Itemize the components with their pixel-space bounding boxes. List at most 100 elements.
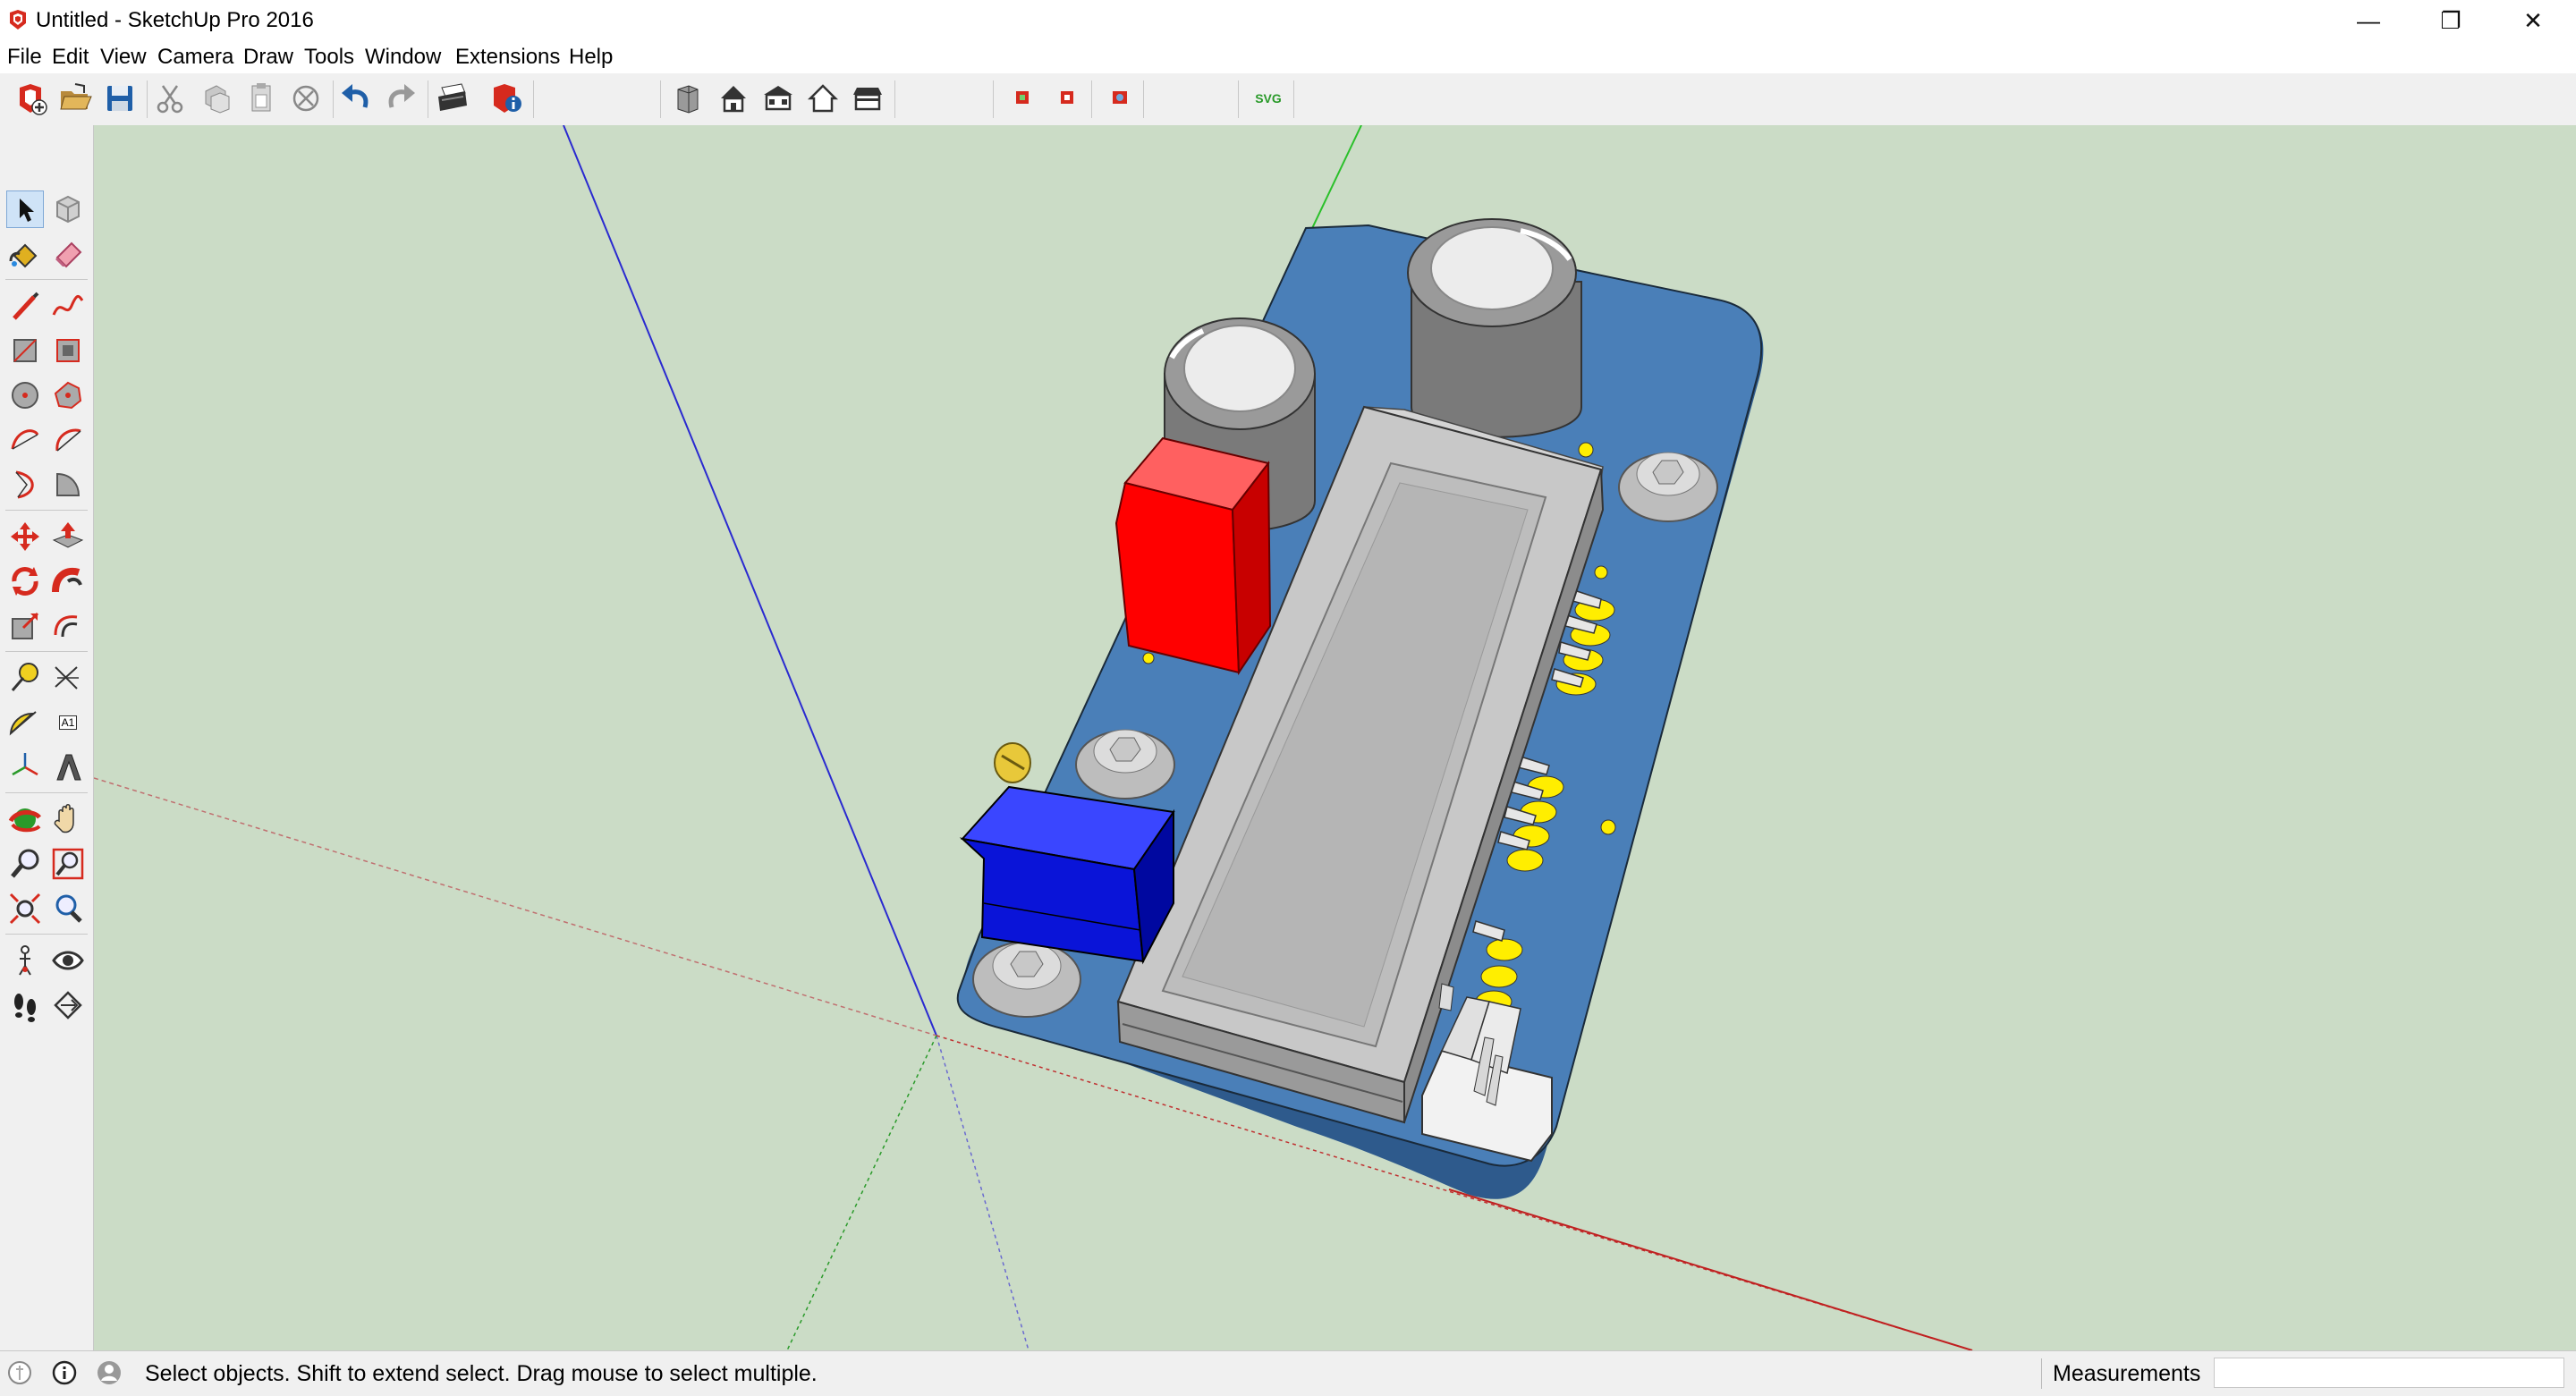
axes-icon[interactable] [7, 749, 43, 785]
iso-view-icon[interactable] [671, 80, 707, 116]
menu-view[interactable]: View [100, 45, 147, 70]
close-button[interactable]: ✕ [2492, 0, 2574, 41]
menu-extensions[interactable]: Extensions [455, 45, 560, 70]
status-bar: Select objects. Shift to extend select. … [0, 1350, 2576, 1396]
paint-bucket-icon[interactable] [7, 236, 43, 272]
position-camera-icon[interactable] [7, 943, 43, 978]
measurements-label: Measurements [2053, 1361, 2201, 1386]
front-view-icon[interactable] [760, 80, 796, 116]
menu-camera[interactable]: Camera [157, 45, 233, 70]
top-view-icon[interactable] [716, 80, 751, 116]
offset-icon[interactable] [50, 608, 86, 644]
cut-icon[interactable] [152, 80, 188, 116]
pan-icon[interactable] [50, 801, 86, 837]
measurements-input[interactable] [2214, 1358, 2564, 1388]
tape-measure-icon[interactable] [7, 660, 43, 696]
mounting-screw [1075, 729, 1175, 800]
model-info-icon[interactable] [488, 80, 524, 116]
new-file-icon[interactable] [13, 80, 48, 116]
protractor-icon[interactable] [7, 705, 43, 740]
svg-export-icon[interactable]: SVG [1250, 80, 1286, 116]
main-toolbar: SVG [0, 73, 2576, 126]
open-file-icon[interactable] [57, 80, 93, 116]
toolbar-separator [1293, 80, 1294, 118]
red-axis-negative [94, 777, 937, 1036]
tool-separator [5, 279, 88, 280]
status-hint-text: Select objects. Shift to extend select. … [145, 1361, 818, 1386]
right-view-icon[interactable] [805, 80, 841, 116]
pie-icon[interactable] [50, 467, 86, 503]
tool-separator [5, 792, 88, 793]
menu-edit[interactable]: Edit [52, 45, 89, 70]
window-title: Untitled - SketchUp Pro 2016 [36, 8, 314, 32]
tool-separator [5, 934, 88, 935]
relay-component [1114, 436, 1272, 676]
text-icon[interactable]: A1 [50, 705, 86, 740]
toolbar-separator [1091, 80, 1092, 118]
menu-file[interactable]: File [7, 45, 42, 70]
circle-icon[interactable] [7, 377, 43, 413]
menu-tools[interactable]: Tools [304, 45, 354, 70]
plugin-camera-icon[interactable] [1102, 80, 1138, 116]
undo-icon[interactable] [338, 80, 374, 116]
push-pull-icon[interactable] [50, 519, 86, 554]
menu-window[interactable]: Window [365, 45, 441, 70]
rotated-rectangle-icon[interactable] [50, 333, 86, 368]
select-icon[interactable] [6, 190, 44, 228]
rotate-icon[interactable] [7, 563, 43, 599]
scale-icon[interactable] [7, 608, 43, 644]
left-tool-palette: A1 [0, 125, 94, 1350]
toolbar-separator [1238, 80, 1239, 118]
save-icon[interactable] [102, 80, 138, 116]
plugin-red-icon[interactable] [1005, 80, 1041, 116]
back-view-icon[interactable] [850, 80, 886, 116]
eraser-icon[interactable] [50, 236, 86, 272]
user-account-icon[interactable] [95, 1358, 123, 1387]
move-icon[interactable] [7, 519, 43, 554]
tool-separator [5, 510, 88, 511]
model-viewport[interactable] [94, 125, 2576, 1350]
geo-location-icon[interactable] [5, 1358, 34, 1387]
section-plane-icon[interactable] [50, 987, 86, 1023]
paste-icon[interactable] [243, 80, 279, 116]
restore-button[interactable]: ❐ [2410, 0, 2492, 41]
menu-draw[interactable]: Draw [243, 45, 293, 70]
orbit-icon[interactable] [7, 801, 43, 837]
zoom-icon[interactable] [7, 846, 43, 882]
previous-view-icon[interactable] [50, 891, 86, 926]
rectangle-icon[interactable] [7, 333, 43, 368]
mounting-screw [972, 941, 1081, 1018]
component-icon[interactable] [50, 191, 86, 227]
zoom-window-icon[interactable] [50, 846, 86, 882]
print-icon[interactable] [435, 80, 470, 116]
look-around-icon[interactable] [50, 943, 86, 978]
dimension-icon[interactable] [50, 660, 86, 696]
minimize-button[interactable]: — [2327, 0, 2410, 41]
text-tool-label: A1 [58, 715, 78, 730]
walk-icon[interactable] [7, 987, 43, 1023]
follow-me-icon[interactable] [50, 563, 86, 599]
red-axis [1448, 1189, 1973, 1350]
plugin-red2-icon[interactable] [1050, 80, 1086, 116]
toolbar-separator [993, 80, 994, 118]
arc-icon[interactable] [7, 422, 43, 458]
toolbar-separator [660, 80, 661, 118]
green-axis-hidden [786, 1035, 937, 1350]
tool-separator [5, 651, 88, 652]
sketchup-app-icon [10, 10, 26, 30]
redo-icon[interactable] [383, 80, 419, 116]
polygon-icon[interactable] [50, 377, 86, 413]
three-point-arc-icon[interactable] [7, 467, 43, 503]
3d-text-icon[interactable] [50, 749, 86, 785]
toolbar-separator [147, 80, 148, 118]
two-point-arc-icon[interactable] [50, 422, 86, 458]
freehand-icon[interactable] [50, 288, 86, 324]
toolbar-separator [1143, 80, 1144, 118]
line-icon[interactable] [7, 288, 43, 324]
erase-icon[interactable] [288, 80, 324, 116]
status-separator [2041, 1358, 2042, 1389]
zoom-extents-icon[interactable] [7, 891, 43, 926]
credits-info-icon[interactable] [50, 1358, 79, 1387]
menu-help[interactable]: Help [569, 45, 613, 70]
copy-icon[interactable] [199, 80, 234, 116]
